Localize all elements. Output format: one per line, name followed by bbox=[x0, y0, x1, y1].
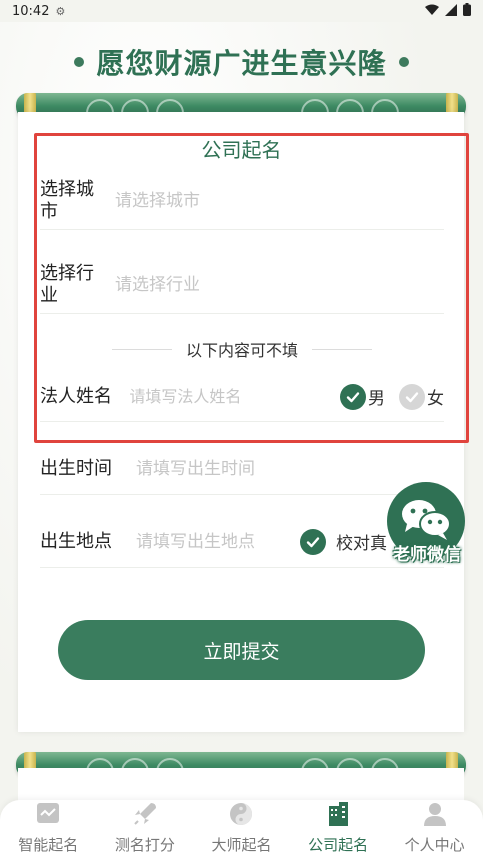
yin-yang-icon bbox=[227, 800, 255, 832]
check-circle-icon bbox=[340, 383, 366, 410]
status-bar: 10:42 ⚙ bbox=[0, 0, 483, 22]
legal-name-row: 法人姓名 男 女 bbox=[40, 372, 444, 422]
settings-gear-icon: ⚙ bbox=[55, 4, 66, 18]
tab-label: 测名打分 bbox=[114, 836, 175, 854]
tab-label: 个人中心 bbox=[404, 836, 465, 854]
banner-slogan: 愿您财源广进生意兴隆 bbox=[0, 40, 483, 84]
birth-time-label: 出生时间 bbox=[40, 457, 112, 479]
optional-divider-text: 以下内容可不填 bbox=[186, 341, 299, 360]
gender-female-option[interactable]: 女 bbox=[399, 383, 444, 410]
tab-profile[interactable]: 个人中心 bbox=[390, 800, 480, 855]
bottom-tab-bar: 智能起名 测名打分 大师起名 公司起名 个人中心 bbox=[0, 800, 483, 859]
battery-icon bbox=[463, 3, 471, 19]
true-solar-time-checkbox[interactable]: 校对真 bbox=[300, 528, 387, 555]
chart-icon bbox=[34, 800, 62, 832]
tab-label: 大师起名 bbox=[211, 836, 272, 854]
industry-select-input[interactable] bbox=[115, 274, 415, 295]
tab-smart-naming[interactable]: 智能起名 bbox=[3, 800, 93, 855]
industry-row[interactable]: 选择行 业 bbox=[40, 256, 444, 314]
check-circle-icon bbox=[399, 383, 425, 410]
city-select-input[interactable] bbox=[115, 190, 415, 211]
slogan-dot-right bbox=[398, 57, 409, 67]
check-circle-icon bbox=[300, 528, 326, 555]
person-icon bbox=[421, 800, 449, 832]
gender-male-option[interactable]: 男 bbox=[340, 383, 385, 410]
tab-label: 公司起名 bbox=[308, 836, 369, 854]
tab-master-naming[interactable]: 大师起名 bbox=[196, 800, 286, 855]
status-time: 10:42 bbox=[12, 3, 50, 19]
tab-company-naming[interactable]: 公司起名 bbox=[293, 800, 383, 855]
birth-place-label: 出生地点 bbox=[40, 530, 112, 552]
true-solar-time-label: 校对真 bbox=[336, 534, 387, 554]
wechat-icon bbox=[397, 496, 455, 546]
birth-time-input[interactable] bbox=[136, 458, 386, 479]
city-label: 选择城 市 bbox=[40, 178, 94, 222]
gender-male-label: 男 bbox=[368, 389, 385, 409]
tab-name-scoring[interactable]: 测名打分 bbox=[100, 800, 190, 855]
form-title: 公司起名 bbox=[201, 138, 282, 162]
slogan-text: 愿您财源广进生意兴隆 bbox=[96, 47, 387, 80]
legal-name-label: 法人姓名 bbox=[40, 385, 112, 407]
wechat-label[interactable]: 老师微信 bbox=[384, 540, 470, 565]
birth-place-input[interactable] bbox=[136, 531, 300, 552]
wifi-icon bbox=[425, 4, 439, 19]
signal-icon bbox=[445, 3, 457, 19]
building-icon bbox=[324, 800, 352, 832]
city-row[interactable]: 选择城 市 bbox=[40, 172, 444, 230]
tab-label: 智能起名 bbox=[18, 836, 79, 854]
slogan-dot-left bbox=[74, 57, 85, 67]
optional-divider: 以下内容可不填 bbox=[112, 338, 373, 360]
divider-line-right bbox=[312, 348, 373, 350]
industry-label: 选择行 业 bbox=[40, 262, 94, 306]
gender-female-label: 女 bbox=[427, 389, 444, 409]
birth-time-row: 出生时间 bbox=[40, 443, 444, 495]
legal-name-input[interactable] bbox=[129, 387, 340, 406]
submit-button[interactable]: 立即提交 bbox=[58, 620, 425, 680]
divider-line-left bbox=[112, 348, 172, 350]
rocket-icon bbox=[131, 800, 159, 832]
